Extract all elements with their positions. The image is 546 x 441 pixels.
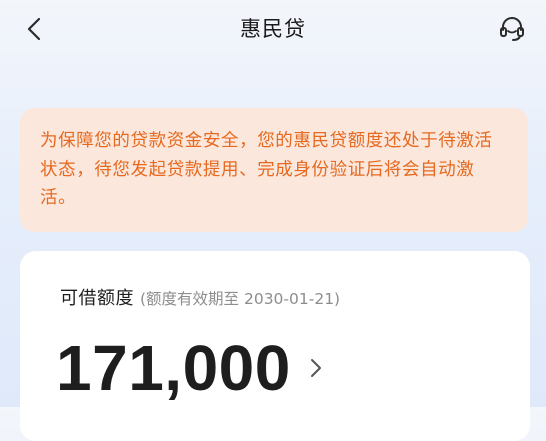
activation-notice-text: 为保障您的贷款资金安全，您的惠民贷额度还处于待激活状态，待您发起贷款提用、完成身… bbox=[40, 131, 493, 208]
credit-amount[interactable]: 171,000 bbox=[56, 333, 291, 403]
credit-limit-card: 可借额度 (额度有效期至 2030-01-21) 171,000 bbox=[20, 251, 530, 441]
credit-limit-label: 可借额度 bbox=[60, 288, 134, 309]
customer-service-icon[interactable] bbox=[498, 15, 526, 43]
page-title: 惠民贷 bbox=[240, 17, 306, 41]
chevron-right-icon[interactable] bbox=[308, 356, 324, 380]
credit-limit-header: 可借额度 (额度有效期至 2030-01-21) bbox=[60, 284, 340, 310]
credit-amount-row[interactable]: 171,000 bbox=[56, 333, 324, 403]
navigation-bar: 惠民贷 bbox=[0, 0, 546, 58]
activation-notice: 为保障您的贷款资金安全，您的惠民贷额度还处于待激活状态，待您发起贷款提用、完成身… bbox=[20, 108, 528, 232]
credit-limit-validity: (额度有效期至 2030-01-21) bbox=[140, 290, 341, 308]
